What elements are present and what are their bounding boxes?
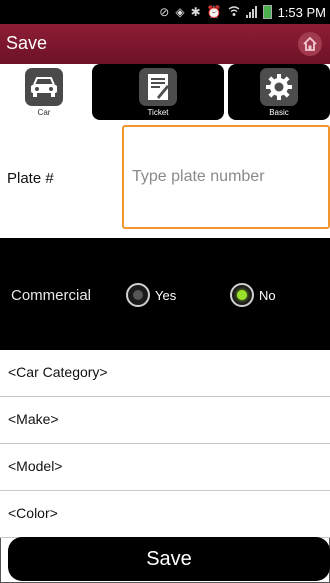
- page-title: Save: [6, 33, 48, 53]
- tab-ticket[interactable]: Ticket: [92, 64, 224, 120]
- wifi-icon: [228, 5, 240, 20]
- title-bar: Save: [0, 24, 330, 64]
- home-button[interactable]: [298, 32, 322, 56]
- plate-row: Plate #: [0, 120, 330, 238]
- tab-ticket-label: Ticket: [147, 108, 169, 117]
- bluetooth-icon: ✱: [190, 5, 201, 19]
- do-not-disturb-icon: ⊘: [159, 5, 170, 19]
- color-label: <Color>: [8, 505, 58, 521]
- gear-icon: [260, 68, 298, 106]
- car-category-label: <Car Category>: [8, 364, 108, 380]
- battery-icon: [262, 5, 272, 19]
- vibrate-icon: ◈: [175, 5, 185, 19]
- signal-icon: [245, 6, 257, 18]
- tab-car[interactable]: Car: [0, 64, 88, 120]
- car-category-select[interactable]: <Car Category>: [0, 350, 330, 397]
- commercial-yes-label: Yes: [155, 287, 177, 303]
- commercial-label: Commercial: [11, 287, 92, 304]
- commercial-yes-radio[interactable]: Yes: [126, 283, 176, 307]
- color-select[interactable]: <Color>: [0, 491, 330, 538]
- status-time: 1:53 PM: [277, 4, 326, 20]
- plate-label: Plate #: [7, 170, 54, 187]
- ticket-icon: [139, 68, 177, 106]
- commercial-no-label: No: [259, 287, 276, 303]
- commercial-section: Commercial Yes No: [0, 238, 330, 350]
- alarm-icon: ⏰: [206, 5, 222, 19]
- make-label: <Make>: [8, 411, 59, 427]
- radio-unselected-icon: [126, 283, 150, 307]
- make-select[interactable]: <Make>: [0, 397, 330, 444]
- radio-selected-icon: [230, 283, 254, 307]
- home-icon: [303, 36, 317, 51]
- tab-car-label: Car: [37, 108, 51, 117]
- commercial-no-radio[interactable]: No: [230, 283, 276, 307]
- car-icon: [25, 68, 63, 106]
- tab-basic[interactable]: Basic: [228, 64, 330, 120]
- tab-basic-label: Basic: [269, 108, 289, 117]
- status-bar: ⊘ ◈ ✱ ⏰ 1:53 PM: [0, 0, 330, 24]
- save-button[interactable]: Save: [8, 537, 330, 581]
- model-label: <Model>: [8, 458, 63, 474]
- model-select[interactable]: <Model>: [0, 444, 330, 491]
- plate-number-input[interactable]: [122, 125, 330, 229]
- tab-bar: Car Ticket Basic: [0, 64, 330, 120]
